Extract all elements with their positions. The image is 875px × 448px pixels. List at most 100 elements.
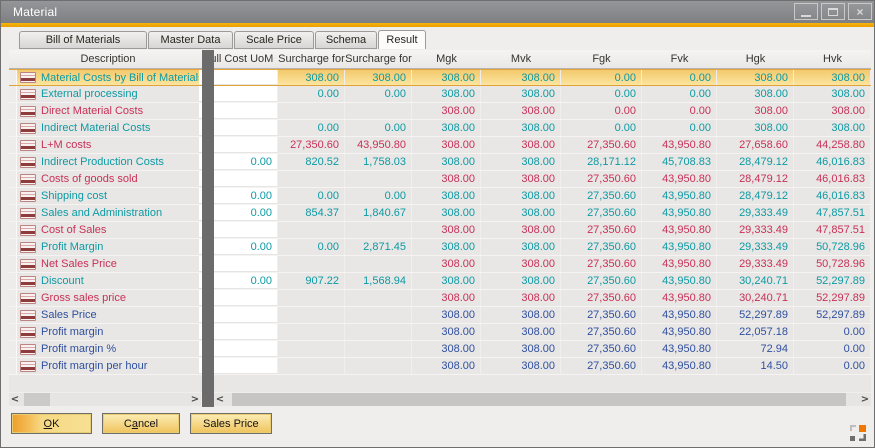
cell-fgk[interactable]: 27,350.60 (561, 239, 642, 255)
link-arrow-icon[interactable] (20, 225, 36, 236)
cell-fgk[interactable]: 27,350.60 (561, 307, 642, 323)
description-cell[interactable]: Indirect Material Costs (17, 120, 199, 136)
link-arrow-icon[interactable] (20, 89, 36, 100)
row-selector-cell[interactable] (9, 70, 17, 85)
table-row[interactable]: External processing0.000.00308.00308.000… (9, 86, 871, 103)
cell-fgk[interactable]: 0.00 (561, 86, 642, 102)
cell-s2[interactable] (345, 358, 412, 374)
link-arrow-icon[interactable] (20, 344, 36, 355)
cell-s1[interactable] (278, 290, 345, 306)
cell-mgk[interactable]: 308.00 (412, 86, 481, 102)
row-selector-cell[interactable] (9, 239, 17, 255)
cell-hgk[interactable]: 72.94 (717, 341, 794, 357)
cell-mvk[interactable]: 308.00 (481, 358, 561, 374)
cell-hvk[interactable]: 308.00 (794, 103, 871, 119)
cell-hvk[interactable]: 308.00 (794, 70, 871, 85)
cell-fvk[interactable]: 43,950.80 (642, 256, 717, 272)
cell-hvk[interactable]: 46,016.83 (794, 171, 871, 187)
cell-fgk[interactable]: 27,350.60 (561, 137, 642, 153)
cell-hgk[interactable]: 308.00 (717, 120, 794, 136)
cell-mvk[interactable]: 308.00 (481, 137, 561, 153)
table-row[interactable]: Sales and Administration0.00854.371,840.… (9, 205, 871, 222)
cell-s1[interactable]: 907.22 (278, 273, 345, 289)
cell-fvk[interactable]: 43,950.80 (642, 341, 717, 357)
link-arrow-icon[interactable] (20, 157, 36, 168)
description-cell[interactable]: Cost of Sales (17, 222, 199, 238)
cell-s1[interactable]: 27,350.60 (278, 137, 345, 153)
cell-s1[interactable] (278, 103, 345, 119)
cell-mvk[interactable]: 308.00 (481, 171, 561, 187)
cell-fgk[interactable]: 27,350.60 (561, 256, 642, 272)
tab-scale-price[interactable]: Scale Price (234, 31, 314, 49)
cell-mgk[interactable]: 308.00 (412, 103, 481, 119)
table-row[interactable]: Shipping cost0.000.000.00308.00308.0027,… (9, 188, 871, 205)
table-row[interactable]: Indirect Material Costs0.000.00308.00308… (9, 120, 871, 137)
maximize-button[interactable] (821, 3, 845, 20)
row-selector-cell[interactable] (9, 273, 17, 289)
cell-mgk[interactable]: 308.00 (412, 324, 481, 340)
cell-fvk[interactable]: 43,950.80 (642, 171, 717, 187)
cell-s1[interactable]: 0.00 (278, 120, 345, 136)
cell-s1[interactable]: 0.00 (278, 86, 345, 102)
description-cell[interactable]: Profit margin % (17, 341, 199, 357)
cell-hvk[interactable]: 52,297.89 (794, 290, 871, 306)
cell-s1[interactable]: 0.00 (278, 239, 345, 255)
description-cell[interactable]: Shipping cost (17, 188, 199, 204)
table-row[interactable]: Gross sales price308.00308.0027,350.6043… (9, 290, 871, 307)
cell-hvk[interactable]: 0.00 (794, 358, 871, 374)
cell-s2[interactable]: 308.00 (345, 70, 412, 85)
table-row[interactable]: Profit margin308.00308.0027,350.6043,950… (9, 324, 871, 341)
sales-price-button[interactable]: Sales Price (190, 413, 272, 434)
table-row[interactable]: Cost of Sales308.00308.0027,350.6043,950… (9, 222, 871, 239)
row-selector-cell[interactable] (9, 324, 17, 340)
link-arrow-icon[interactable] (20, 140, 36, 151)
column-splitter[interactable] (202, 50, 214, 407)
cell-mgk[interactable]: 308.00 (412, 239, 481, 255)
row-selector-cell[interactable] (9, 222, 17, 238)
cell-mgk[interactable]: 308.00 (412, 273, 481, 289)
table-row[interactable]: Discount0.00907.221,568.94308.00308.0027… (9, 273, 871, 290)
link-arrow-icon[interactable] (20, 208, 36, 219)
link-arrow-icon[interactable] (20, 174, 36, 185)
description-cell[interactable]: Sales and Administration (17, 205, 199, 221)
row-selector-cell[interactable] (9, 137, 17, 153)
cell-mvk[interactable]: 308.00 (481, 273, 561, 289)
cell-s1[interactable]: 308.00 (278, 70, 345, 85)
cell-hgk[interactable]: 29,333.49 (717, 222, 794, 238)
cell-s2[interactable] (345, 103, 412, 119)
close-button[interactable]: × (848, 3, 872, 20)
cell-mgk[interactable]: 308.00 (412, 307, 481, 323)
cell-fgk[interactable]: 0.00 (561, 103, 642, 119)
cell-hgk[interactable]: 28,479.12 (717, 188, 794, 204)
cell-mgk[interactable]: 308.00 (412, 222, 481, 238)
cell-s1[interactable] (278, 222, 345, 238)
description-cell[interactable]: Material Costs by Bill of Materials (17, 70, 199, 85)
cell-mgk[interactable]: 308.00 (412, 188, 481, 204)
cell-mgk[interactable]: 308.00 (412, 70, 481, 85)
minimize-button[interactable] (794, 3, 818, 20)
table-row[interactable]: Net Sales Price308.00308.0027,350.6043,9… (9, 256, 871, 273)
cell-fvk[interactable]: 43,950.80 (642, 205, 717, 221)
cell-hgk[interactable]: 308.00 (717, 103, 794, 119)
cell-s2[interactable] (345, 341, 412, 357)
cell-mgk[interactable]: 308.00 (412, 290, 481, 306)
cell-fgk[interactable]: 28,171.12 (561, 154, 642, 170)
cell-fvk[interactable]: 0.00 (642, 70, 717, 85)
cell-hvk[interactable]: 0.00 (794, 324, 871, 340)
table-row[interactable]: Direct Material Costs308.00308.000.000.0… (9, 103, 871, 120)
cell-fvk[interactable]: 0.00 (642, 120, 717, 136)
cell-fvk[interactable]: 43,950.80 (642, 358, 717, 374)
cell-s2[interactable] (345, 222, 412, 238)
cell-fgk[interactable]: 27,350.60 (561, 171, 642, 187)
scroll-left-icon[interactable]: < (9, 393, 21, 406)
row-selector-cell[interactable] (9, 120, 17, 136)
cell-mvk[interactable]: 308.00 (481, 70, 561, 85)
cell-hgk[interactable]: 308.00 (717, 86, 794, 102)
row-selector-cell[interactable] (9, 256, 17, 272)
cell-hvk[interactable]: 50,728.96 (794, 239, 871, 255)
cell-hgk[interactable]: 28,479.12 (717, 154, 794, 170)
cell-fgk[interactable]: 27,350.60 (561, 273, 642, 289)
cell-fgk[interactable]: 27,350.60 (561, 358, 642, 374)
cell-hvk[interactable]: 0.00 (794, 341, 871, 357)
scroll-right-icon[interactable]: > (189, 393, 201, 406)
